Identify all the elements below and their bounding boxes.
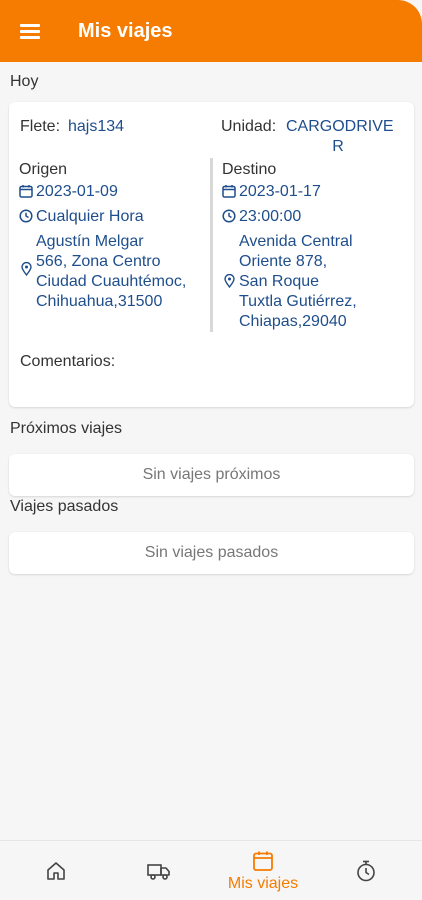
clock-icon <box>19 209 33 223</box>
destination-address: Avenida Central Oriente 878, San Roque T… <box>239 232 357 332</box>
destination-address-line: Avenida Central <box>239 233 353 250</box>
upcoming-empty-text: Sin viajes próximos <box>142 466 281 483</box>
calendar-icon <box>253 851 273 871</box>
clock-icon <box>222 209 236 223</box>
unidad-value-line2: R <box>332 138 344 155</box>
origin-address-line: 566, Zona Centro <box>36 253 161 270</box>
calendar-icon <box>19 185 33 198</box>
menu-button[interactable] <box>0 0 60 62</box>
destination-time: 23:00:00 <box>239 208 302 225</box>
origin-address-line: Agustín Melgar <box>36 233 144 250</box>
origin-time: Cualquier Hora <box>36 208 144 225</box>
location-pin-icon <box>21 262 32 276</box>
bottom-navigation: Mis viajes <box>0 840 422 900</box>
nav-item-mis-viajes[interactable]: Mis viajes <box>213 841 313 900</box>
nav-item-trucks[interactable] <box>129 841 189 900</box>
past-empty-text: Sin viajes pasados <box>144 544 279 561</box>
app-bar: Mis viajes <box>0 0 422 62</box>
past-empty-card: Sin viajes pasados <box>9 532 414 574</box>
destination-address-line: San Roque <box>239 273 320 290</box>
unidad-value: CARGODRIVE R <box>286 117 394 157</box>
origin-date: 2023-01-09 <box>36 183 118 200</box>
nav-item-home[interactable] <box>26 841 86 900</box>
destination-address-line: Tuxtla Gutiérrez, <box>239 293 357 310</box>
upcoming-empty-card: Sin viajes próximos <box>9 454 414 496</box>
flete-value: hajs134 <box>68 118 125 135</box>
origin-label: Origen <box>19 161 68 178</box>
unidad-label: Unidad: <box>221 118 277 135</box>
destination-date: 2023-01-17 <box>239 183 321 200</box>
section-label-past: Viajes pasados <box>10 498 119 515</box>
hamburger-menu-icon <box>20 21 40 42</box>
origin-address-line: Ciudad Cuauhtémoc, <box>36 273 187 290</box>
flete-label: Flete: <box>20 118 61 135</box>
section-label-today: Hoy <box>10 73 39 90</box>
trip-card[interactable]: Flete: hajs134 Unidad: CARGODRIVE R Orig… <box>9 102 414 407</box>
nav-item-timer[interactable] <box>336 841 396 900</box>
calendar-icon <box>222 185 236 198</box>
page-title: Mis viajes <box>78 19 173 42</box>
location-pin-icon <box>224 274 235 288</box>
comments-label: Comentarios: <box>20 353 116 370</box>
truck-icon <box>147 864 170 880</box>
destination-label: Destino <box>222 161 277 178</box>
destination-address-line: Oriente 878, <box>239 253 328 270</box>
stopwatch-icon <box>357 860 375 882</box>
nav-item-label: Mis viajes <box>227 875 299 892</box>
destination-address-line: Chiapas,29040 <box>239 313 347 330</box>
section-label-upcoming: Próximos viajes <box>10 420 123 437</box>
origin-address: Agustín Melgar 566, Zona Centro Ciudad C… <box>36 232 186 312</box>
home-icon <box>47 862 65 880</box>
column-divider <box>210 158 213 332</box>
unidad-value-line1: CARGODRIVE <box>286 118 394 135</box>
origin-address-line: Chihuahua,31500 <box>36 293 163 310</box>
